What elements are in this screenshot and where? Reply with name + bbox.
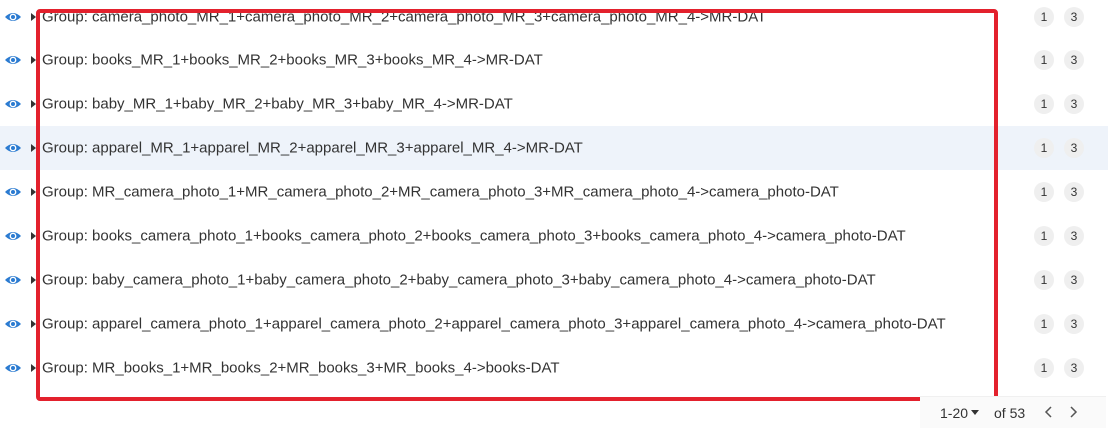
caret-down-icon bbox=[971, 410, 980, 415]
page-range-dropdown[interactable]: 1-20 bbox=[940, 404, 980, 421]
caret-right-icon[interactable] bbox=[31, 13, 36, 21]
group-label: Group: baby_MR_1+baby_MR_2+baby_MR_3+bab… bbox=[42, 95, 513, 113]
group-label: Group: apparel_camera_photo_1+apparel_ca… bbox=[42, 315, 946, 333]
list-item[interactable]: Group: books_camera_photo_1+books_camera… bbox=[0, 214, 1108, 258]
list-item[interactable]: Group: camera_photo_MR_1+camera_photo_MR… bbox=[0, 0, 1108, 39]
list-item-selected[interactable]: Group: apparel_MR_1+apparel_MR_2+apparel… bbox=[0, 126, 1108, 170]
count-badge: 3 bbox=[1064, 94, 1084, 114]
list-item[interactable]: Group: MR_camera_photo_1+MR_camera_photo… bbox=[0, 170, 1108, 214]
caret-right-icon[interactable] bbox=[31, 100, 36, 108]
eye-icon[interactable] bbox=[4, 273, 22, 287]
group-label: Group: MR_books_1+MR_books_2+MR_books_3+… bbox=[42, 359, 560, 377]
caret-right-icon[interactable] bbox=[31, 320, 36, 328]
eye-icon[interactable] bbox=[4, 53, 22, 67]
list-item[interactable]: Group: books_MR_1+books_MR_2+books_MR_3+… bbox=[0, 38, 1108, 82]
count-badge: 1 bbox=[1034, 182, 1054, 202]
caret-right-icon[interactable] bbox=[31, 188, 36, 196]
eye-icon[interactable] bbox=[4, 229, 22, 243]
count-badge: 3 bbox=[1064, 314, 1084, 334]
count-badge: 1 bbox=[1034, 314, 1054, 334]
eye-icon[interactable] bbox=[4, 141, 22, 155]
count-badge: 1 bbox=[1034, 358, 1054, 378]
count-badge: 1 bbox=[1034, 226, 1054, 246]
count-badge: 3 bbox=[1064, 358, 1084, 378]
eye-icon[interactable] bbox=[4, 97, 22, 111]
group-label: Group: apparel_MR_1+apparel_MR_2+apparel… bbox=[42, 139, 583, 157]
count-badge: 3 bbox=[1064, 182, 1084, 202]
list-item[interactable]: Group: apparel_camera_photo_1+apparel_ca… bbox=[0, 302, 1108, 346]
eye-icon[interactable] bbox=[4, 361, 22, 375]
caret-right-icon[interactable] bbox=[31, 232, 36, 240]
group-label: Group: baby_camera_photo_1+baby_camera_p… bbox=[42, 271, 876, 289]
page-range-label: 1-20 bbox=[940, 404, 969, 421]
list-item[interactable]: Group: baby_MR_1+baby_MR_2+baby_MR_3+bab… bbox=[0, 82, 1108, 126]
count-badge: 3 bbox=[1064, 7, 1084, 27]
chevron-right-icon[interactable] bbox=[1066, 405, 1080, 419]
group-label: Group: camera_photo_MR_1+camera_photo_MR… bbox=[42, 8, 767, 26]
eye-icon[interactable] bbox=[4, 317, 22, 331]
page-total: of 53 bbox=[994, 404, 1026, 421]
pagination: 1-20 of 53 bbox=[920, 396, 1106, 428]
caret-right-icon[interactable] bbox=[31, 144, 36, 152]
chevron-left-icon[interactable] bbox=[1042, 405, 1056, 419]
list-item[interactable]: Group: MR_books_1+MR_books_2+MR_books_3+… bbox=[0, 346, 1108, 390]
eye-icon[interactable] bbox=[4, 10, 22, 24]
count-badge: 1 bbox=[1034, 270, 1054, 290]
count-badge: 1 bbox=[1034, 7, 1054, 27]
count-badge: 3 bbox=[1064, 138, 1084, 158]
group-label: Group: books_MR_1+books_MR_2+books_MR_3+… bbox=[42, 51, 543, 69]
count-badge: 1 bbox=[1034, 50, 1054, 70]
count-badge: 3 bbox=[1064, 50, 1084, 70]
group-label: Group: MR_camera_photo_1+MR_camera_photo… bbox=[42, 183, 839, 201]
caret-right-icon[interactable] bbox=[31, 364, 36, 372]
caret-right-icon[interactable] bbox=[31, 276, 36, 284]
count-badge: 1 bbox=[1034, 94, 1054, 114]
caret-right-icon[interactable] bbox=[31, 56, 36, 64]
eye-icon[interactable] bbox=[4, 185, 22, 199]
group-label: Group: books_camera_photo_1+books_camera… bbox=[42, 227, 906, 245]
list-item[interactable]: Group: baby_camera_photo_1+baby_camera_p… bbox=[0, 258, 1108, 302]
count-badge: 1 bbox=[1034, 138, 1054, 158]
count-badge: 3 bbox=[1064, 226, 1084, 246]
count-badge: 3 bbox=[1064, 270, 1084, 290]
